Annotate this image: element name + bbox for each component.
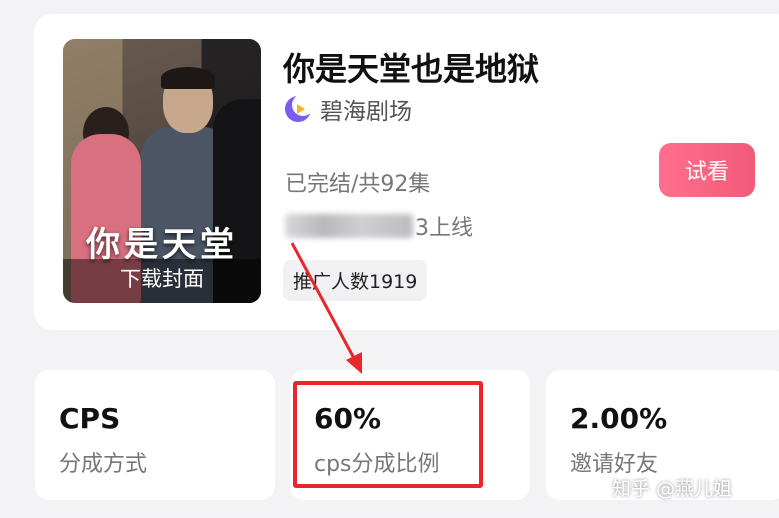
annotation-arrow: [290, 242, 362, 374]
watermark: 知乎 @燕儿姐: [612, 478, 733, 500]
